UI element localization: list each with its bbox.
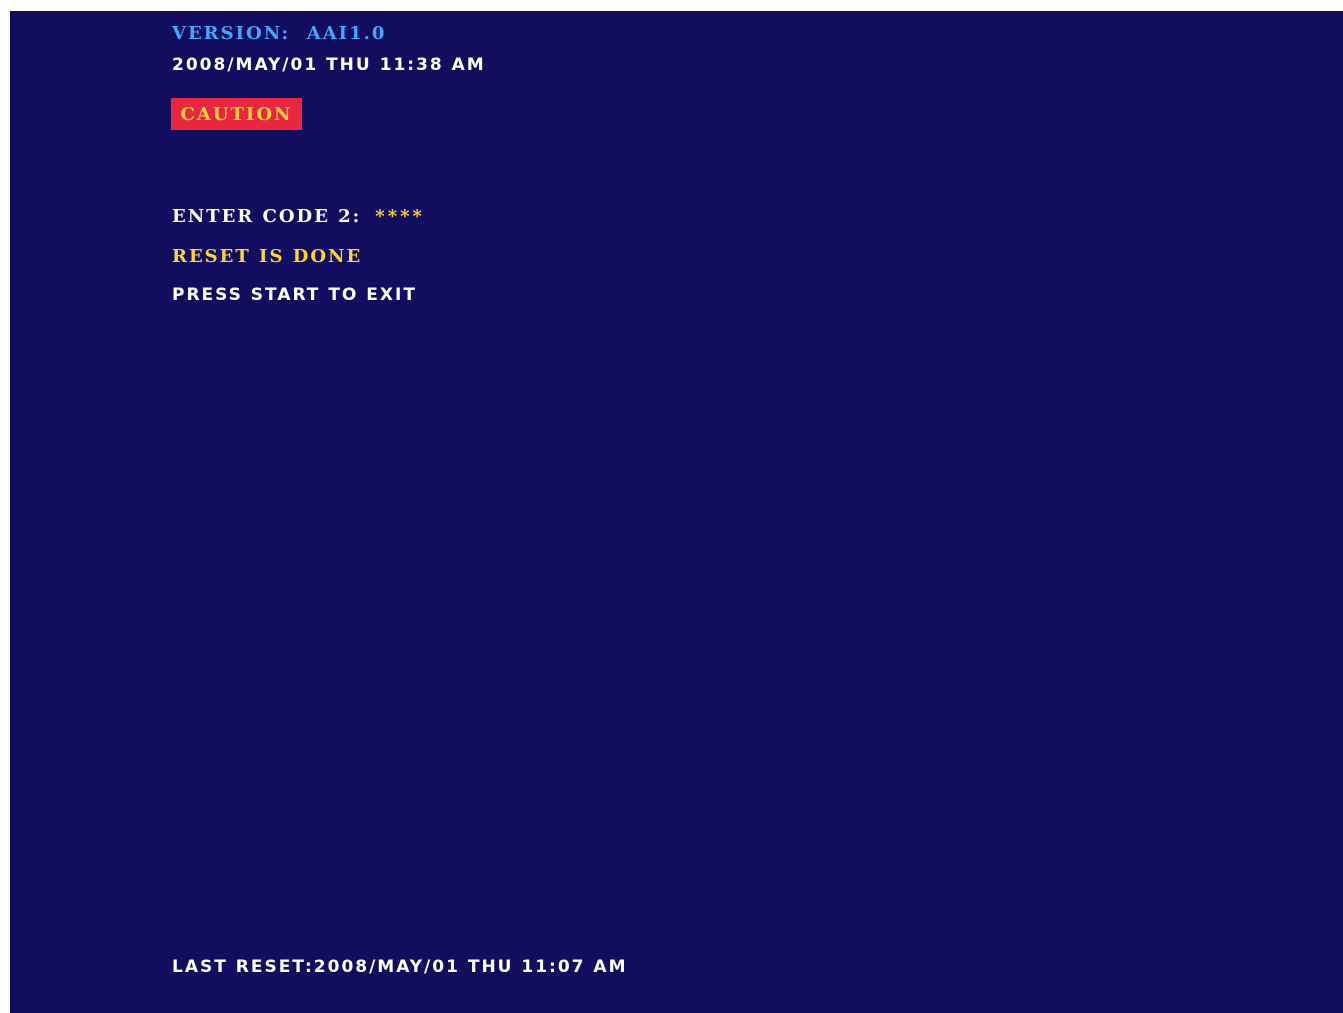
last-reset-label: LAST RESET: [172, 957, 314, 977]
exit-instruction: PRESS START TO EXIT [172, 285, 417, 305]
version-line: VERSION: AAI1.0 [172, 23, 386, 44]
enter-code-line: ENTER CODE 2: **** [172, 206, 425, 227]
enter-code-label: ENTER CODE 2: [172, 206, 362, 227]
caution-label: CAUTION [180, 103, 293, 125]
version-value: AAI1.0 [306, 23, 387, 44]
reset-status: RESET IS DONE [172, 246, 363, 267]
service-screen: VERSION: AAI1.0 2008/MAY/01 THU 11:38 AM… [10, 11, 1343, 1013]
last-reset-value: 2008/MAY/01 THU 11:07 AM [313, 957, 628, 977]
version-label: VERSION: [172, 23, 291, 44]
last-reset-line: LAST RESET:2008/MAY/01 THU 11:07 AM [172, 957, 628, 977]
current-datetime: 2008/MAY/01 THU 11:38 AM [172, 55, 486, 75]
caution-badge: CAUTION [171, 98, 302, 130]
code-input-mask[interactable]: **** [375, 206, 425, 227]
